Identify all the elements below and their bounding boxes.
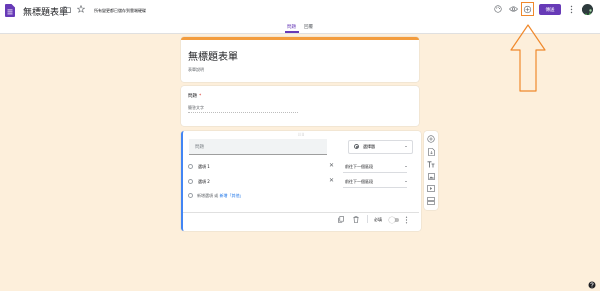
drag-handle-icon[interactable]: ⠿⠿ [298,132,305,137]
form-title-card[interactable]: 無標題表單 表單說明 [181,37,419,82]
short-answer-placeholder: 簡答文字 [188,105,204,110]
save-status: 所有變更都已儲存到雲端硬碟 [94,8,146,13]
section-goto-select[interactable]: 前往下一個區段 [345,179,373,185]
tab-questions[interactable]: 問題 [287,24,296,30]
help-icon[interactable] [588,281,596,289]
tabs-bar [0,22,600,34]
import-questions-icon[interactable] [427,148,435,156]
add-video-icon[interactable] [427,185,435,192]
add-other-link[interactable]: 新增「其他」 [220,193,244,198]
add-section-icon[interactable] [427,197,435,205]
required-toggle-knob[interactable] [389,217,395,223]
question-type-select[interactable]: 選擇題 [348,140,413,154]
folder-icon[interactable] [63,6,71,13]
question-card-multiple-choice[interactable]: ⠿⠿ 問題 選擇題 選項 1 ✕ 前往下一個區段 選項 2 ✕ 前往下一個區段 … [181,131,421,231]
addon-puzzle-icon[interactable] [523,5,532,14]
tab-responses[interactable]: 回覆 [304,24,313,30]
question-placeholder: 問題 [195,145,204,150]
remove-option-icon[interactable]: ✕ [329,178,334,184]
duplicate-icon[interactable] [338,216,344,223]
preview-eye-icon[interactable] [509,5,518,13]
star-icon[interactable] [77,5,85,13]
goto-dropdown-arrow-icon [405,181,407,182]
required-label: 必填 [374,217,382,222]
add-option-radio-icon [188,193,193,198]
option-label[interactable]: 選項 1 [198,164,210,170]
active-tab-indicator [285,31,299,33]
add-option-link[interactable]: 新增選項 或 [197,193,218,198]
required-star: * [199,94,202,99]
form-title[interactable]: 無標題表單 [188,48,238,63]
goto-underline [343,187,407,188]
send-button[interactable]: 傳送 [539,4,561,15]
top-bar: 無標題表單 所有變更都已儲存到雲端硬碟 傳送 [0,0,600,22]
radio-button-icon [354,144,359,149]
goto-dropdown-arrow-icon [405,166,407,167]
question-title-text: 問題 [188,94,197,99]
form-description[interactable]: 表單說明 [188,67,204,73]
floating-toolbar [424,131,438,210]
add-option-row: 新增選項 或 新增「其他」 [197,193,244,199]
add-question-icon[interactable] [427,135,435,143]
option-radio-icon [188,164,193,169]
question-card-short-answer[interactable]: 問題 * 簡答文字 [181,86,419,126]
question-input[interactable]: 問題 [189,139,327,155]
answer-underline [188,112,298,113]
question-type-label: 選擇題 [363,144,375,149]
document-title[interactable]: 無標題表單 [23,5,68,18]
footer-divider [367,215,368,223]
add-title-icon[interactable] [427,161,435,168]
question-title: 問題 * [188,93,201,99]
add-image-icon[interactable] [427,173,435,180]
option-label[interactable]: 選項 2 [198,179,210,185]
remove-option-icon[interactable]: ✕ [329,163,334,169]
card-footer-divider [183,212,419,213]
more-options-icon[interactable] [405,216,408,224]
delete-icon[interactable] [353,216,359,223]
forms-logo-icon[interactable] [5,4,15,17]
goto-underline [343,172,407,173]
account-avatar[interactable] [582,4,593,15]
section-goto-select[interactable]: 前往下一個區段 [345,164,373,170]
palette-icon[interactable] [494,5,502,13]
more-vert-icon[interactable] [570,5,573,14]
avatar-icon [582,8,593,15]
option-radio-icon [188,179,193,184]
dropdown-arrow-icon [405,146,407,147]
